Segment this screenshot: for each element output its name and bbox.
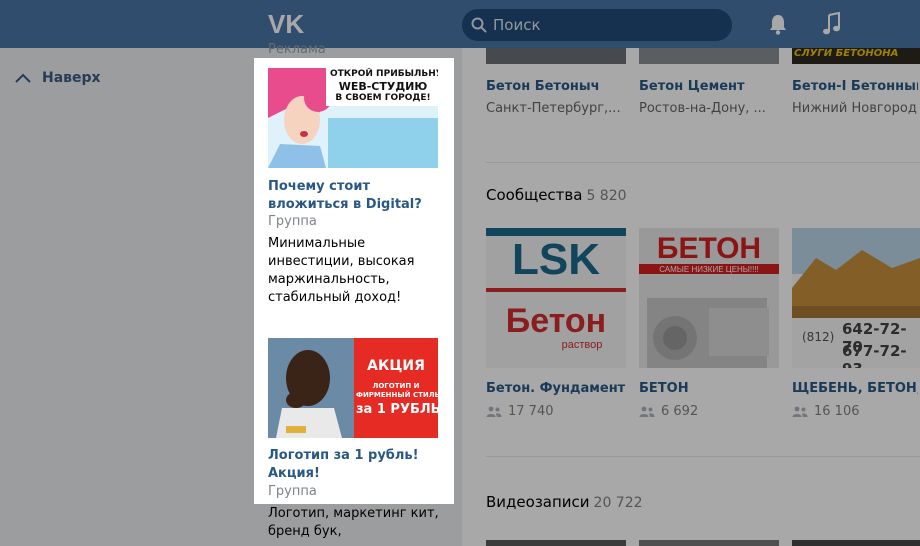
person-location: Санкт-Петербург,... <box>486 101 621 116</box>
sheben-phone-2: 677-72-93 <box>842 342 907 368</box>
users-icon <box>639 406 655 417</box>
lsk-logo-text: LSK <box>512 235 600 284</box>
ad-caption-line: WEB-СТУДИЮ <box>338 80 428 93</box>
person-photo[interactable] <box>486 48 626 64</box>
ad-caption-line: за 1 РУБЛЬ! <box>356 402 438 417</box>
communities-heading[interactable]: Сообщества 5 820 <box>486 186 627 204</box>
community-avatar-lsk[interactable]: LSK Бетон раствор <box>486 228 626 368</box>
ad-title[interactable]: Логотип за 1 рубль! Акция! <box>268 447 443 483</box>
ad-type: Группа <box>268 214 317 229</box>
back-to-top-label: Наверх <box>42 70 101 86</box>
person-name[interactable]: Бетон Бетоныч <box>486 79 626 94</box>
members-count: 6 692 <box>661 404 699 419</box>
communities-title: Сообщества <box>486 186 583 204</box>
lsk-logo-small: раствор <box>562 339 603 351</box>
users-icon <box>486 406 502 417</box>
ad-caption-line: ФИРМЕННЫЙ СТИЛЬ <box>356 391 438 399</box>
lsk-logo-beton: Бетон <box>506 302 606 340</box>
search-box[interactable] <box>462 9 732 41</box>
community-members: 16 106 <box>792 404 860 419</box>
chevron-up-icon <box>15 73 31 83</box>
beton-logo-small: САМЫЕ НИЗКИЕ ЦЕНЫ!!!! <box>659 265 759 274</box>
ad-title[interactable]: Почему стоит вложиться в Digital? <box>268 178 443 214</box>
videos-title: Видеозаписи <box>486 493 590 511</box>
video-thumbnail[interactable] <box>639 540 779 546</box>
top-bar: VK <box>0 0 920 48</box>
ad-image-web-studio[interactable]: ОТКРОЙ ПРИБЫЛЬНУЮ WEB-СТУДИЮ В СВОЕМ ГОР… <box>268 68 438 168</box>
members-count: 16 106 <box>814 404 860 419</box>
person-photo[interactable]: СЛУГИ БЕТОНОНА <box>792 48 920 64</box>
ad-image-logo-promo[interactable]: АКЦИЯ ЛОГОТИП И ФИРМЕННЫЙ СТИЛЬ за 1 РУБ… <box>268 338 438 438</box>
community-name[interactable]: ЩЕБЕНЬ, БЕТОН, ... <box>792 381 918 396</box>
ad-caption-line: АКЦИЯ <box>367 358 425 374</box>
users-icon <box>792 406 808 417</box>
svg-text:VK: VK <box>268 11 304 37</box>
ad-caption-line: ОТКРОЙ ПРИБЫЛЬНУЮ <box>330 69 438 79</box>
sheben-phone-code: (812) <box>802 330 835 344</box>
beton-logo-text: БЕТОН <box>657 232 761 265</box>
lsk-logo-image: LSK Бетон раствор <box>486 228 626 368</box>
search-icon <box>471 17 487 33</box>
ad-description: Логотип, маркетинг кит, бренд бук, <box>268 506 439 539</box>
section-divider <box>486 162 920 163</box>
community-members: 17 740 <box>486 404 554 419</box>
person-photo[interactable] <box>639 48 779 64</box>
person-location: Нижний Новгород... <box>792 101 918 116</box>
person-location: Ростов-на-Дону, ... <box>639 101 766 116</box>
section-divider <box>486 456 920 457</box>
person-banner-text: СЛУГИ БЕТОНОНА <box>794 48 899 59</box>
community-avatar-sheben[interactable]: (812) 642-72-70 677-72-93 <box>792 228 920 368</box>
ads-section-label: Реклама <box>268 42 326 57</box>
videos-heading[interactable]: Видеозаписи 20 722 <box>486 493 643 511</box>
community-avatar-beton[interactable]: БЕТОН САМЫЕ НИЗКИЕ ЦЕНЫ!!!! <box>639 228 779 368</box>
community-name[interactable]: БЕТОН <box>639 381 779 396</box>
community-name[interactable]: Бетон. Фундамент... <box>486 381 626 396</box>
communities-count: 5 820 <box>586 188 627 204</box>
person-name[interactable]: Бетон-I Бетонный... <box>792 79 918 94</box>
ad-caption-line: В СВОЕМ ГОРОДЕ! <box>335 93 431 103</box>
members-count: 17 740 <box>508 404 554 419</box>
video-thumbnail[interactable] <box>792 540 920 546</box>
ad-description: Минимальные инвестиции, высокая маржинал… <box>268 236 415 305</box>
person-name[interactable]: Бетон Цемент <box>639 79 779 94</box>
notifications-bell-icon[interactable] <box>768 13 788 35</box>
videos-count: 20 722 <box>593 495 643 511</box>
back-to-top-link[interactable]: Наверх <box>14 70 101 86</box>
community-members: 6 692 <box>639 404 698 419</box>
music-icon[interactable] <box>822 12 842 36</box>
search-input[interactable] <box>493 9 723 41</box>
ad-type: Группа <box>268 484 317 499</box>
beton-logo-image: БЕТОН САМЫЕ НИЗКИЕ ЦЕНЫ!!!! <box>639 228 779 368</box>
video-thumbnail[interactable] <box>486 540 626 546</box>
ad-caption-line: ЛОГОТИП И <box>372 382 420 390</box>
vk-logo-icon[interactable]: VK <box>268 11 308 37</box>
